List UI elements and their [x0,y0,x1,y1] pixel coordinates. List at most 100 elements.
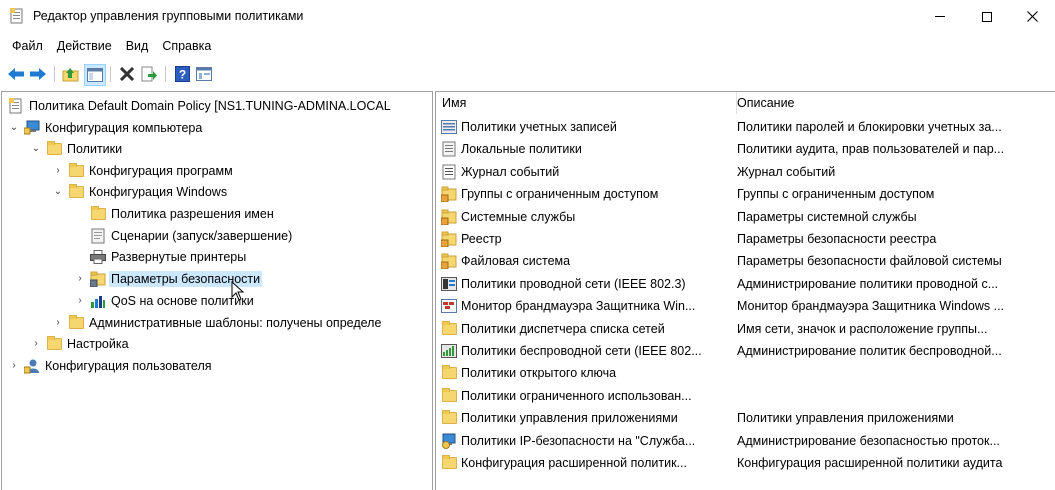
folder-icon [441,455,457,471]
tree-item-policies[interactable]: ⌄ Политики [30,138,122,159]
tree-item-windows-config[interactable]: ⌄ Конфигурация Windows [52,181,227,202]
delete-button[interactable] [117,64,137,84]
list-item-name: Монитор брандмауэра Защитника Win... [461,299,696,314]
tree-item-qos[interactable]: › QoS на основе политики [74,290,254,311]
policy-icon [8,97,24,114]
list-item[interactable]: Файловая система Параметры безопасности ф… [436,250,1055,272]
script-icon [90,228,106,244]
list-item-name: Политики диспетчера списка сетей [461,321,665,336]
list-item-description: Параметры безопасности реестра [737,232,937,246]
list-item[interactable]: Журнал событий Журнал событий [436,161,1055,183]
show-hide-tree-button[interactable] [84,64,106,86]
tree-item-software-config[interactable]: › Конфигурация программ [52,160,233,181]
chevron-right-icon[interactable]: › [74,290,86,311]
forward-button[interactable] [28,64,48,84]
chevron-right-icon[interactable]: › [52,312,64,333]
tree-item-preferences[interactable]: › Настройка [30,333,129,354]
list-item-name: Конфигурация расширенной политик... [461,456,687,470]
chevron-down-icon[interactable]: ⌄ [52,181,64,202]
ipsec-icon [441,433,457,449]
tree-label: Конфигурация программ [89,163,233,178]
list-item[interactable]: Политики управления приложениями Политики… [436,407,1055,429]
export-list-button[interactable] [139,64,159,84]
list-item[interactable]: Группы с ограниченным доступом Группы с о… [436,183,1055,205]
tree-item-computer-config[interactable]: ⌄ Конфигурация компьютера [8,117,202,138]
tree-item-name-resolution[interactable]: Политика разрешения имен [86,203,274,224]
list-item[interactable]: Политики IP-безопасности на "Служба... Ад… [436,430,1055,452]
list-item-name: Группы с ограниченным доступом [461,187,659,202]
tree-item-admin-templates[interactable]: › Административные шаблоны: получены опр… [52,312,381,333]
back-icon [8,68,24,80]
local-policy-icon [441,141,457,157]
list-item[interactable]: Локальные политики Политики аудита, прав … [436,138,1055,160]
menu-file[interactable]: Файл [0,36,50,56]
list-item-name: Политики проводной сети (IEEE 802.3) [461,276,686,291]
list-item-name: Журнал событий [461,164,560,179]
toolbar: ? [0,60,1055,88]
export-list-icon [141,66,157,82]
list-item[interactable]: Политики открытого ключа [436,362,1055,384]
help-button[interactable]: ? [172,64,192,84]
list-item[interactable]: Реестр Параметры безопасности реестра [436,228,1055,250]
secure-folder-icon [441,253,457,270]
menu-view[interactable]: Вид [119,36,156,56]
properties-icon [196,67,212,81]
chevron-right-icon[interactable]: › [30,333,42,354]
console-tree[interactable]: Политика Default Domain Policy [NS1.TUNI… [1,91,433,490]
up-one-level-button[interactable] [60,64,80,84]
tree-item-user-config[interactable]: › Конфигурация пользователя [8,355,212,376]
firewall-icon [441,298,457,314]
list-item[interactable]: Конфигурация расширенной политик... Конфи… [436,452,1055,474]
chevron-down-icon[interactable]: ⌄ [30,138,42,159]
tree-item-deployed-printers[interactable]: Развернутые принтеры [86,246,246,267]
list-item[interactable]: Системные службы Параметры системной служ… [436,206,1055,228]
list-item-description: Группы с ограниченным доступом [737,187,935,202]
tree-label: Сценарии (запуск/завершение) [111,228,293,243]
list-item-name: Файловая система [461,254,571,269]
back-button[interactable] [6,64,26,84]
show-hide-tree-icon [87,68,103,82]
column-header-name[interactable]: Имя [436,92,737,114]
security-settings-icon [90,271,106,287]
list-item-name: Локальные политики [461,142,582,157]
list-item[interactable]: Политики учетных записей Политики паролей… [436,116,1055,138]
secure-folder-icon [441,209,457,225]
menu-action[interactable]: Действие [50,36,119,56]
list-item-description: Конфигурация расширенной политики аудита [737,456,1003,470]
wired-network-icon [441,276,457,292]
chevron-down-icon[interactable]: ⌄ [8,117,20,138]
tree-label: Настройка [67,336,129,351]
folder-icon [441,320,457,337]
tree-label: Развернутые принтеры [111,249,247,264]
list-item[interactable]: Монитор брандмауэра Защитника Win... Мони… [436,295,1055,317]
maximize-icon [982,11,992,22]
maximize-button[interactable] [964,0,1010,33]
tree-root-gpo[interactable]: Политика Default Domain Policy [NS1.TUNI… [8,95,391,116]
folder-icon [68,162,84,179]
list-item-description: Параметры безопасности файловой системы [737,254,1002,269]
close-button[interactable] [1009,0,1055,33]
column-header-description[interactable]: Описание [731,92,1055,114]
list-item-description: Политики управления приложениями [737,411,954,426]
gpo-editor-app-icon [10,8,24,24]
tree-label: Конфигурация компьютера [45,120,203,135]
list-item-description: Имя сети, значок и расположение группы..… [737,321,988,336]
list-item[interactable]: Политики ограниченного использован... [436,385,1055,407]
minimize-icon [935,16,945,17]
list-item[interactable]: Политики проводной сети (IEEE 802.3) Адми… [436,273,1055,295]
list-item-description: Администрирование безопасностью проток..… [737,433,1000,448]
chevron-right-icon[interactable]: › [74,268,86,289]
details-list[interactable]: Имя Описание Политики учетных записей Пол… [435,91,1055,490]
chevron-right-icon[interactable]: › [52,160,64,181]
list-item[interactable]: Политики диспетчера списка сетей Имя сети… [436,318,1055,340]
chevron-right-icon[interactable]: › [8,355,20,376]
list-item-name: Политики IP-безопасности на "Служба... [461,433,696,448]
minimize-button[interactable] [917,0,963,33]
list-item[interactable]: Политики беспроводной сети (IEEE 802... А… [436,340,1055,362]
menu-help[interactable]: Справка [155,36,218,56]
properties-button[interactable] [194,64,214,84]
up-folder-icon [62,67,78,81]
tree-item-scripts[interactable]: Сценарии (запуск/завершение) [86,225,292,246]
list-item-description: Администрирование политики проводной с..… [737,276,999,291]
wireless-network-icon [441,343,457,359]
